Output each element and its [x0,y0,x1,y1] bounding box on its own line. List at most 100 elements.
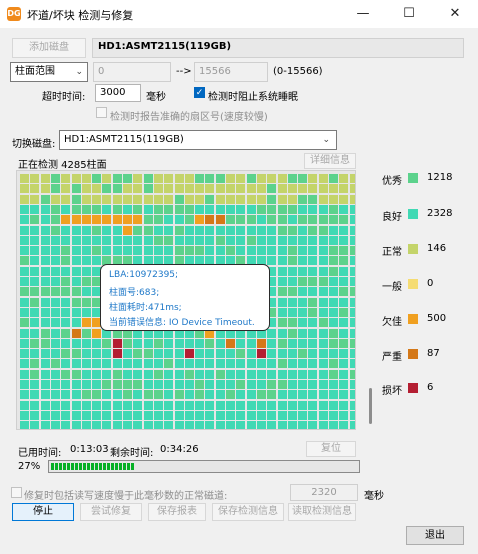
cylinder-cell[interactable] [226,349,235,359]
cylinder-cell[interactable] [226,225,235,235]
cylinder-cell[interactable] [287,359,297,369]
cylinder-cell[interactable] [287,194,297,204]
cylinder-cell[interactable] [164,184,174,194]
cylinder-cell[interactable] [40,287,50,297]
cylinder-cell[interactable] [215,215,225,225]
cylinder-cell[interactable] [339,235,349,245]
cylinder-cell[interactable] [20,410,29,420]
cylinder-cell[interactable] [205,421,215,429]
cylinder-cell[interactable] [133,338,143,348]
cylinder-cell[interactable] [215,338,225,348]
cylinder-cell[interactable] [61,410,71,420]
cylinder-cell[interactable] [30,174,40,183]
cylinder-cell[interactable] [236,194,246,204]
cylinder-cell[interactable] [277,400,287,410]
cylinder-cell[interactable] [308,390,318,400]
cylinder-cell[interactable] [174,421,184,429]
cylinder-cell[interactable] [349,369,355,379]
cylinder-cell[interactable] [123,246,132,256]
cylinder-cell[interactable] [184,369,194,379]
cylinder-cell[interactable] [102,359,112,369]
cylinder-cell[interactable] [30,246,40,256]
cylinder-cell[interactable] [174,246,184,256]
cylinder-cell[interactable] [287,256,297,266]
cylinder-cell[interactable] [287,225,297,235]
block-sleep-checkbox[interactable]: ✓ [194,87,205,98]
cylinder-cell[interactable] [20,215,29,225]
cylinder-cell[interactable] [123,225,132,235]
cylinder-cell[interactable] [298,359,308,369]
cylinder-cell[interactable] [329,235,338,245]
cylinder-cell[interactable] [50,256,60,266]
cylinder-cell[interactable] [71,266,81,276]
cylinder-cell[interactable] [143,194,153,204]
cylinder-cell[interactable] [246,204,256,214]
cylinder-cell[interactable] [50,400,60,410]
cylinder-cell[interactable] [40,194,50,204]
cylinder-cell[interactable] [184,349,194,359]
cylinder-cell[interactable] [277,338,287,348]
cylinder-cell[interactable] [298,390,308,400]
cylinder-cell[interactable] [123,369,132,379]
cylinder-cell[interactable] [40,307,50,317]
cylinder-cell[interactable] [267,204,277,214]
cylinder-cell[interactable] [236,215,246,225]
cylinder-cell[interactable] [40,174,50,183]
cylinder-cell[interactable] [81,256,91,266]
cylinder-cell[interactable] [174,359,184,369]
cylinder-cell[interactable] [205,225,215,235]
cylinder-cell[interactable] [318,225,328,235]
cylinder-cell[interactable] [287,349,297,359]
cylinder-cell[interactable] [71,184,81,194]
cylinder-cell[interactable] [298,380,308,389]
cylinder-cell[interactable] [308,359,318,369]
cylinder-cell[interactable] [318,287,328,297]
cylinder-cell[interactable] [226,235,235,245]
cylinder-cell[interactable] [329,359,338,369]
cylinder-cell[interactable] [112,174,122,183]
cylinder-cell[interactable] [133,349,143,359]
cylinder-cell[interactable] [267,184,277,194]
cylinder-cell[interactable] [318,410,328,420]
cylinder-cell[interactable] [50,204,60,214]
cylinder-cell[interactable] [256,174,266,183]
cylinder-cell[interactable] [277,266,287,276]
cylinder-cell[interactable] [339,390,349,400]
cylinder-cell[interactable] [143,349,153,359]
cylinder-cell[interactable] [61,328,71,338]
cylinder-cell[interactable] [205,194,215,204]
cylinder-cell[interactable] [164,369,174,379]
cylinder-cell[interactable] [236,400,246,410]
cylinder-cell[interactable] [143,390,153,400]
cylinder-cell[interactable] [256,359,266,369]
cylinder-cell[interactable] [81,225,91,235]
cylinder-cell[interactable] [236,235,246,245]
cylinder-cell[interactable] [71,194,81,204]
cylinder-cell[interactable] [287,390,297,400]
cylinder-cell[interactable] [205,359,215,369]
cylinder-cell[interactable] [205,369,215,379]
cylinder-cell[interactable] [61,256,71,266]
cylinder-cell[interactable] [184,215,194,225]
cylinder-cell[interactable] [81,287,91,297]
cylinder-cell[interactable] [153,390,163,400]
cylinder-cell[interactable] [102,390,112,400]
cylinder-cell[interactable] [308,421,318,429]
cylinder-cell[interactable] [184,400,194,410]
cylinder-cell[interactable] [71,287,81,297]
cylinder-cell[interactable] [40,318,50,328]
cylinder-cell[interactable] [267,349,277,359]
cylinder-cell[interactable] [329,380,338,389]
cylinder-cell[interactable] [50,215,60,225]
cylinder-cell[interactable] [71,204,81,214]
cylinder-cell[interactable] [143,410,153,420]
cylinder-cell[interactable] [195,410,205,420]
cylinder-cell[interactable] [61,277,71,286]
cylinder-cell[interactable] [277,256,287,266]
cylinder-cell[interactable] [318,349,328,359]
cylinder-cell[interactable] [246,174,256,183]
cylinder-cell[interactable] [112,194,122,204]
cylinder-cell[interactable] [174,410,184,420]
cylinder-cell[interactable] [153,225,163,235]
cylinder-cell[interactable] [164,204,174,214]
